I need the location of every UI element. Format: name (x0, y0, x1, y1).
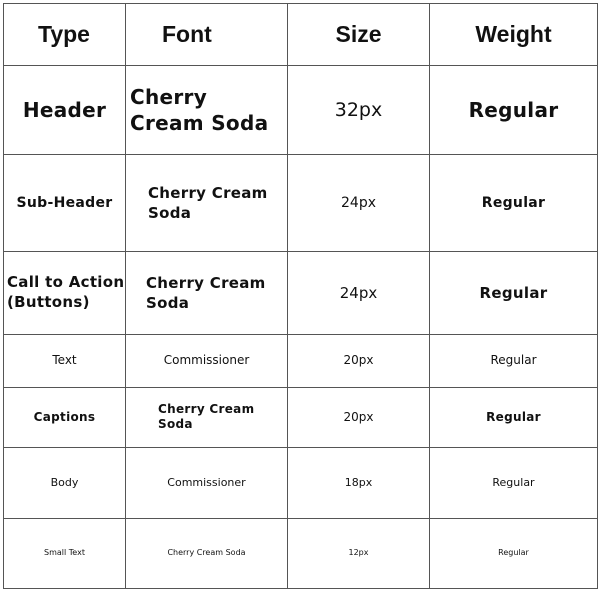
type-cell: Body (3, 446, 126, 519)
font-label: Cherry Cream Soda (146, 273, 266, 312)
table-row: Small Text Cherry Cream Soda 12px Regula… (3, 517, 598, 590)
weight-cell: Regular (429, 251, 598, 335)
table-row: Body Commissioner 18px Regular (3, 446, 598, 519)
table-row: Call to Action (Buttons) Cherry Cream So… (3, 251, 598, 335)
font-label: Cherry Cream Soda (158, 401, 255, 432)
type-label: Body (50, 475, 79, 489)
font-cell: Commissioner (125, 333, 288, 388)
size-cell: 12px (287, 517, 430, 590)
column-header-weight: Weight (429, 2, 598, 67)
size-label: 20px (343, 352, 374, 367)
weight-label: Regular (468, 98, 559, 123)
column-header-type: Type (3, 2, 126, 67)
type-cell: Header (3, 65, 126, 156)
size-label: 12px (348, 548, 369, 557)
font-cell: Cherry Cream Soda (125, 251, 288, 335)
weight-label: Regular (479, 283, 548, 302)
weight-label: Regular (492, 475, 535, 489)
type-cell: Sub-Header (3, 154, 126, 253)
type-label: Captions (33, 409, 96, 424)
type-label: Sub-Header (16, 194, 113, 211)
size-cell: 20px (287, 386, 430, 448)
table-row: Sub-Header Cherry Cream Soda 24px Regula… (3, 154, 598, 253)
table-row: Header Cherry Cream Soda 32px Regular (3, 65, 598, 156)
size-cell: 18px (287, 446, 430, 519)
size-label: 24px (339, 283, 378, 302)
table-row: Text Commissioner 20px Regular (3, 333, 598, 388)
column-header-size: Size (287, 2, 430, 67)
type-cell: Captions (3, 386, 126, 448)
font-label: Cherry Cream Soda (148, 184, 268, 223)
size-label: 24px (341, 194, 376, 211)
font-cell: Cherry Cream Soda (125, 386, 288, 448)
type-cell: Small Text (3, 517, 126, 590)
weight-cell: Regular (429, 446, 598, 519)
weight-label: Regular (490, 352, 537, 367)
type-label: Header (22, 98, 107, 123)
weight-cell: Regular (429, 517, 598, 590)
weight-cell: Regular (429, 154, 598, 253)
column-header-font: Font (125, 2, 288, 67)
size-cell: 32px (287, 65, 430, 156)
font-cell: Cherry Cream Soda (125, 517, 288, 590)
size-label: 18px (344, 475, 373, 489)
size-label: 20px (343, 409, 374, 424)
size-cell: 24px (287, 154, 430, 253)
font-label: Cherry Cream Soda (167, 548, 246, 557)
type-cell: Text (3, 333, 126, 388)
weight-label: Regular (481, 194, 546, 211)
weight-cell: Regular (429, 386, 598, 448)
header-row: Type Font Size Weight (3, 2, 598, 67)
weight-cell: Regular (429, 65, 598, 156)
size-cell: 20px (287, 333, 430, 388)
font-cell: Cherry Cream Soda (125, 154, 288, 253)
typography-table: Type Font Size Weight Header Cherry Crea… (3, 2, 598, 590)
size-label: 32px (334, 98, 383, 121)
type-cell: Call to Action (Buttons) (3, 251, 126, 335)
table-row: Captions Cherry Cream Soda 20px Regular (3, 386, 598, 448)
type-label: Small Text (44, 548, 85, 557)
font-label: Cherry Cream Soda (130, 85, 269, 136)
font-label: Commissioner (163, 352, 250, 367)
font-label: Commissioner (167, 475, 246, 489)
size-cell: 24px (287, 251, 430, 335)
font-cell: Commissioner (125, 446, 288, 519)
weight-cell: Regular (429, 333, 598, 388)
weight-label: Regular (486, 409, 541, 424)
weight-label: Regular (498, 548, 529, 557)
type-label: Text (52, 352, 77, 367)
type-label: Call to Action (Buttons) (7, 273, 125, 311)
font-cell: Cherry Cream Soda (125, 65, 288, 156)
